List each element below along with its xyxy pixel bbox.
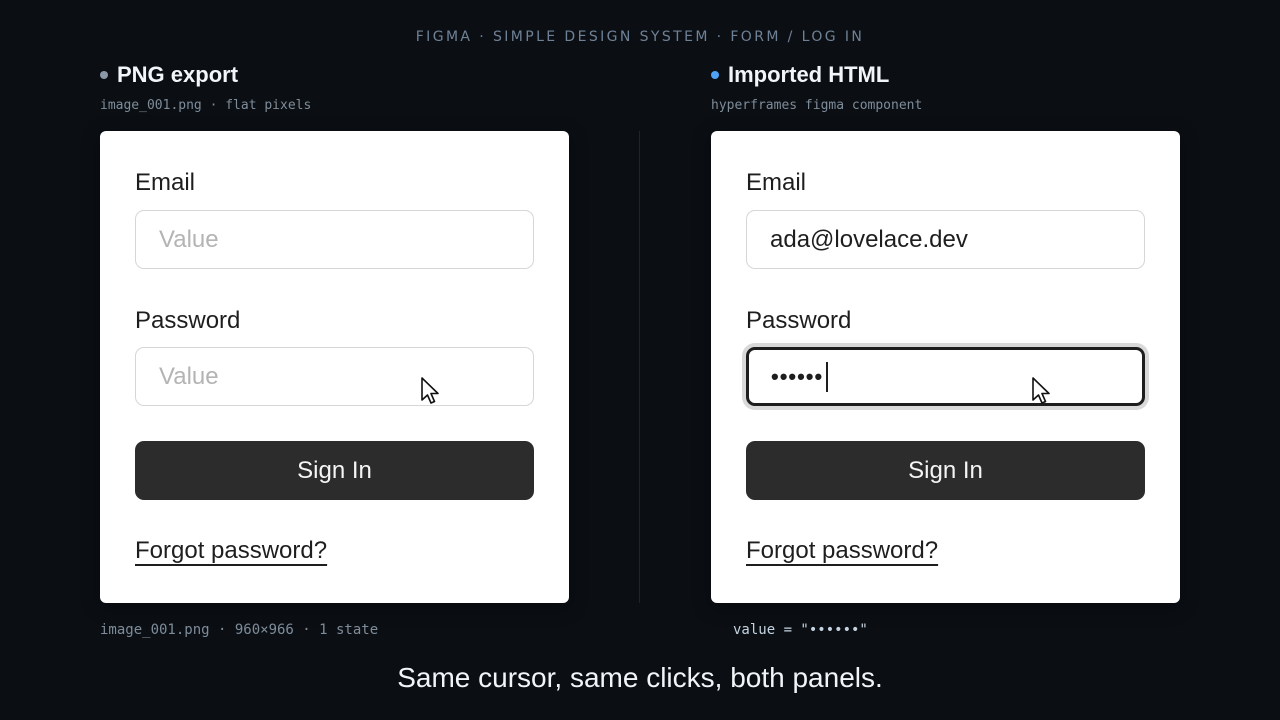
forgot-password-link[interactable]: Forgot password? xyxy=(746,537,938,565)
forgot-password-link[interactable]: Forgot password? xyxy=(135,537,327,565)
email-field[interactable]: Value xyxy=(135,210,534,269)
password-label: Password xyxy=(135,307,241,334)
right-login-form: Email ada@lovelace.dev Password •••••• S… xyxy=(711,131,1180,603)
right-status-dot xyxy=(711,71,719,79)
left-status-dot xyxy=(100,71,108,79)
password-label: Password xyxy=(746,307,852,334)
right-panel-subtitle: hyperframes figma component xyxy=(711,98,923,113)
password-placeholder: Value xyxy=(159,362,219,390)
top-caption: FIGMA · SIMPLE DESIGN SYSTEM · FORM / LO… xyxy=(415,29,865,45)
password-value: •••••• xyxy=(771,363,824,389)
sign-in-button[interactable]: Sign In xyxy=(135,441,534,500)
right-panel-title: Imported HTML xyxy=(728,62,890,87)
arrow-cursor-icon xyxy=(1032,377,1050,404)
left-login-form: Email Value Password Value Sign In Forgo… xyxy=(100,131,569,603)
arrow-cursor-icon xyxy=(421,377,439,404)
password-field[interactable]: Value xyxy=(135,347,534,406)
password-field[interactable]: •••••• xyxy=(746,347,1145,406)
email-value: ada@lovelace.dev xyxy=(770,225,968,253)
left-panel-title: PNG export xyxy=(117,62,239,87)
right-panel-header: Imported HTML hyperframes figma componen… xyxy=(711,62,922,113)
email-field[interactable]: ada@lovelace.dev xyxy=(746,210,1145,269)
email-placeholder: Value xyxy=(159,225,219,253)
right-footer-caption: value = "••••••" xyxy=(733,622,868,638)
panel-divider xyxy=(639,131,640,603)
text-caret xyxy=(826,361,829,392)
sign-in-button[interactable]: Sign In xyxy=(746,441,1145,500)
bottom-subtitle: Same cursor, same clicks, both panels. xyxy=(397,662,883,693)
left-footer-caption: image_001.png · 960×966 · 1 state xyxy=(100,622,379,638)
left-panel-header: PNG export image_001.png · flat pixels xyxy=(100,62,311,113)
left-panel-subtitle: image_001.png · flat pixels xyxy=(100,98,312,113)
email-label: Email xyxy=(135,169,196,196)
email-label: Email xyxy=(746,169,807,196)
